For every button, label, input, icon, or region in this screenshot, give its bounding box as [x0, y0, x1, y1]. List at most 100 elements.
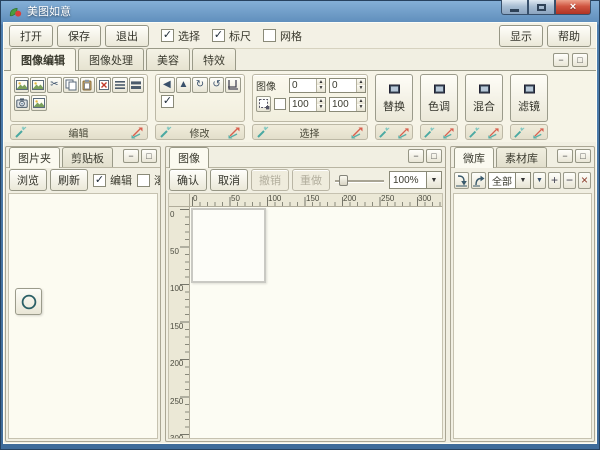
ruler-checkbox[interactable]: ✓ 标尺: [212, 28, 251, 44]
magic-wand-icon: [256, 125, 270, 139]
minimize-icon: [510, 9, 519, 12]
tab-clipboard[interactable]: 剪贴板: [62, 147, 113, 167]
confirm-button[interactable]: 确认: [169, 169, 207, 191]
select-group-checkbox[interactable]: [274, 98, 286, 110]
tab-effects[interactable]: 特效: [192, 48, 236, 70]
import-image-button[interactable]: [14, 77, 29, 93]
camera-capture-button[interactable]: [14, 95, 30, 111]
ruler-label: 150: [306, 194, 319, 203]
selection-y-spinner[interactable]: 0▲▼: [329, 78, 366, 93]
list-tool-button[interactable]: [112, 77, 127, 93]
browse-button[interactable]: 浏览: [9, 169, 47, 191]
canvas-area: 0 50 100 150 200 250 300 0: [168, 193, 443, 439]
paste-button[interactable]: [80, 77, 95, 93]
export-item-button[interactable]: [471, 172, 486, 189]
export-image-button[interactable]: [30, 77, 45, 93]
hue-button[interactable]: 色调: [420, 74, 458, 122]
tab-image-process[interactable]: 图像处理: [78, 48, 144, 70]
select-checkbox-label: 选择: [178, 28, 200, 44]
panel-maximize-button[interactable]: □: [426, 149, 442, 163]
ruler-label: 250: [381, 194, 394, 203]
tab-micro-library[interactable]: 微库: [454, 147, 494, 168]
transfer-arrows-icon[interactable]: [531, 126, 545, 139]
transfer-arrows-icon[interactable]: [486, 126, 500, 139]
chevron-down-icon[interactable]: ▼: [427, 171, 442, 189]
panel-minimize-button[interactable]: −: [408, 149, 424, 163]
save-button[interactable]: 保存: [57, 25, 101, 47]
ribbon-maximize-button[interactable]: □: [572, 53, 588, 67]
window-maximize-button[interactable]: [528, 0, 555, 15]
remove-button[interactable]: −: [563, 172, 576, 189]
category-select[interactable]: 全部 ▼: [488, 172, 531, 189]
ribbon-minimize-button[interactable]: −: [553, 53, 569, 67]
exit-button[interactable]: 退出: [105, 25, 149, 47]
filter-button[interactable]: 滤镜: [510, 74, 548, 122]
panel-minimize-button[interactable]: −: [557, 149, 573, 163]
paste-icon: [81, 79, 93, 91]
redo-button[interactable]: 重做: [292, 169, 330, 191]
magic-wand-icon: [378, 126, 391, 139]
close-icon: ×: [581, 173, 588, 187]
select-group-caption: 选择: [252, 124, 368, 140]
zoom-slider[interactable]: [333, 172, 386, 188]
picture-icon: [32, 79, 44, 91]
category-value: 全部: [488, 172, 516, 189]
window-close-button[interactable]: ×: [555, 0, 591, 15]
refresh-button[interactable]: 刷新: [50, 169, 88, 191]
sort-button[interactable]: ▼: [533, 172, 546, 189]
tab-beauty[interactable]: 美容: [146, 48, 190, 70]
shape-thumbnail-button[interactable]: [15, 288, 42, 315]
image-rect[interactable]: [191, 208, 266, 283]
open-button[interactable]: 打开: [9, 25, 53, 47]
crop-button[interactable]: [225, 77, 241, 93]
vertical-ruler: 0 50 100 150 200 250 300: [169, 207, 190, 438]
transfer-arrows-icon[interactable]: [396, 126, 410, 139]
delete-button[interactable]: [96, 77, 111, 93]
modify-checkbox[interactable]: ✓: [161, 95, 174, 108]
chevron-down-icon[interactable]: ▼: [516, 172, 531, 189]
grid-checkbox[interactable]: 网格: [263, 28, 302, 44]
canvas[interactable]: [190, 207, 442, 438]
select-checkbox[interactable]: ✓ 选择: [161, 28, 200, 44]
panel-maximize-button[interactable]: □: [575, 149, 591, 163]
selection-x-spinner[interactable]: 0▲▼: [289, 78, 326, 93]
insert-picture-button[interactable]: [31, 95, 47, 111]
panel-minimize-button[interactable]: −: [123, 149, 139, 163]
transfer-arrows-icon[interactable]: [349, 125, 364, 139]
marquee-button[interactable]: [256, 96, 271, 112]
add-button[interactable]: +: [548, 172, 561, 189]
tab-image-edit[interactable]: 图像编辑: [10, 48, 76, 71]
flip-vertical-button[interactable]: ▲: [176, 77, 192, 93]
clipped-checkbox[interactable]: 滚: [137, 172, 160, 188]
modify-group-caption: 修改: [155, 124, 245, 140]
bars-tool-button[interactable]: [129, 77, 144, 93]
cut-button[interactable]: ✂: [47, 77, 62, 93]
rotate-ccw-button[interactable]: ↺: [209, 77, 225, 93]
zoom-level-select[interactable]: 100% ▼: [389, 171, 442, 189]
window-minimize-button[interactable]: [501, 0, 528, 15]
flip-horizontal-button[interactable]: ◀: [159, 77, 175, 93]
import-item-button[interactable]: [454, 172, 469, 189]
tab-image[interactable]: 图像: [169, 147, 209, 168]
tab-material-library[interactable]: 素材库: [496, 147, 547, 167]
edit-checkbox[interactable]: ✓ 编辑: [93, 172, 132, 188]
cancel-button[interactable]: 取消: [210, 169, 248, 191]
tab-picture-folder[interactable]: 图片夹: [9, 147, 60, 168]
selection-width-spinner[interactable]: 100▲▼: [289, 97, 326, 112]
undo-button[interactable]: 撤销: [251, 169, 289, 191]
transfer-arrows-icon[interactable]: [226, 125, 241, 139]
selection-height-spinner[interactable]: 100▲▼: [329, 97, 366, 112]
replace-button[interactable]: 替换: [375, 74, 413, 122]
display-button[interactable]: 显示: [499, 25, 543, 47]
zoom-slider-thumb[interactable]: [339, 175, 348, 186]
help-button[interactable]: 帮助: [547, 25, 591, 47]
rotate-cw-button[interactable]: ↻: [192, 77, 208, 93]
panel-maximize-button[interactable]: □: [141, 149, 157, 163]
magic-wand-icon: [468, 126, 481, 139]
blend-button[interactable]: 混合: [465, 74, 503, 122]
copy-button[interactable]: [63, 77, 78, 93]
transfer-arrows-icon[interactable]: [129, 125, 144, 139]
delete-all-button[interactable]: ×: [578, 172, 591, 189]
transfer-arrows-icon[interactable]: [441, 126, 455, 139]
edit-checkbox-label: 编辑: [110, 172, 132, 188]
